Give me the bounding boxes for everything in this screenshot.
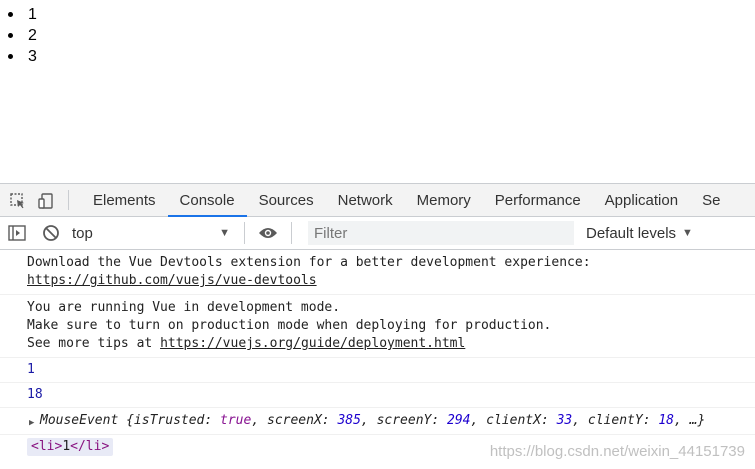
vue-devtools-link[interactable]: https://github.com/vuejs/vue-devtools <box>27 273 317 288</box>
event-client-x: 33 <box>556 413 573 428</box>
element-chip[interactable]: <li>1</li> <box>27 438 114 456</box>
expand-triangle-icon[interactable]: ▶ <box>29 414 34 432</box>
watermark: https://blog.csdn.net/weixin_44151739 <box>489 443 745 460</box>
tab-application[interactable]: Application <box>593 184 690 216</box>
execution-context-value: top <box>72 224 93 242</box>
message-text: See more tips at <box>27 336 161 351</box>
element-open-tag: <li> <box>31 439 63 454</box>
list-item: 3 <box>8 46 755 67</box>
clear-console-icon[interactable] <box>34 217 68 250</box>
element-close-tag: </li> <box>70 439 110 454</box>
console-message: You are running Vue in development mode.… <box>0 295 755 358</box>
tab-memory[interactable]: Memory <box>405 184 483 216</box>
message-text: Make sure to turn on production mode whe… <box>27 318 552 333</box>
devtools-tabbar: Elements Console Sources Network Memory … <box>0 184 755 217</box>
inspect-element-icon[interactable] <box>4 184 32 217</box>
console-log-number: 1 <box>0 358 755 383</box>
console-message: Download the Vue Devtools extension for … <box>0 250 755 295</box>
live-expression-eye-icon[interactable] <box>251 217 285 250</box>
event-is-trusted: true <box>220 413 252 428</box>
console-log-number: 18 <box>0 383 755 408</box>
list-item: 1 <box>8 4 755 25</box>
event-screen-x: 385 <box>337 413 361 428</box>
filter-input[interactable] <box>308 221 574 245</box>
element-text: 1 <box>62 439 71 454</box>
console-toolbar: top ▼ Default levels ▼ <box>0 217 755 250</box>
log-levels-label: Default levels <box>586 224 677 242</box>
tab-elements[interactable]: Elements <box>81 184 168 216</box>
toolbar-divider <box>291 222 292 244</box>
event-client-y: 18 <box>658 413 674 428</box>
dropdown-arrow-icon: ▼ <box>219 227 230 239</box>
dropdown-arrow-icon: ▼ <box>682 227 693 239</box>
message-text: Download the Vue Devtools extension for … <box>27 255 591 270</box>
toolbar-divider <box>244 222 245 244</box>
message-text: You are running Vue in development mode. <box>27 300 341 315</box>
vue-deployment-link[interactable]: https://vuejs.org/guide/deployment.html <box>160 336 465 351</box>
sidebar-toggle-icon[interactable] <box>0 217 34 250</box>
rendered-page: 1 2 3 <box>0 0 755 183</box>
tab-network[interactable]: Network <box>326 184 405 216</box>
execution-context-select[interactable]: top ▼ <box>68 221 238 245</box>
event-screen-y: 294 <box>447 413 471 428</box>
tab-sources[interactable]: Sources <box>247 184 326 216</box>
event-name: MouseEvent <box>40 413 119 428</box>
device-toolbar-icon[interactable] <box>32 184 60 217</box>
tabbar-divider <box>68 190 69 210</box>
tab-security[interactable]: Se <box>690 184 732 216</box>
tab-console[interactable]: Console <box>167 184 247 217</box>
tab-performance[interactable]: Performance <box>483 184 593 216</box>
devtools-panel: Elements Console Sources Network Memory … <box>0 183 755 469</box>
item-list: 1 2 3 <box>0 0 755 67</box>
log-levels-dropdown[interactable]: Default levels ▼ <box>586 225 693 242</box>
list-item: 2 <box>8 25 755 46</box>
console-messages: Download the Vue Devtools extension for … <box>0 250 755 459</box>
console-log-event[interactable]: ▶ MouseEvent {isTrusted: true, screenX: 3… <box>0 408 755 435</box>
